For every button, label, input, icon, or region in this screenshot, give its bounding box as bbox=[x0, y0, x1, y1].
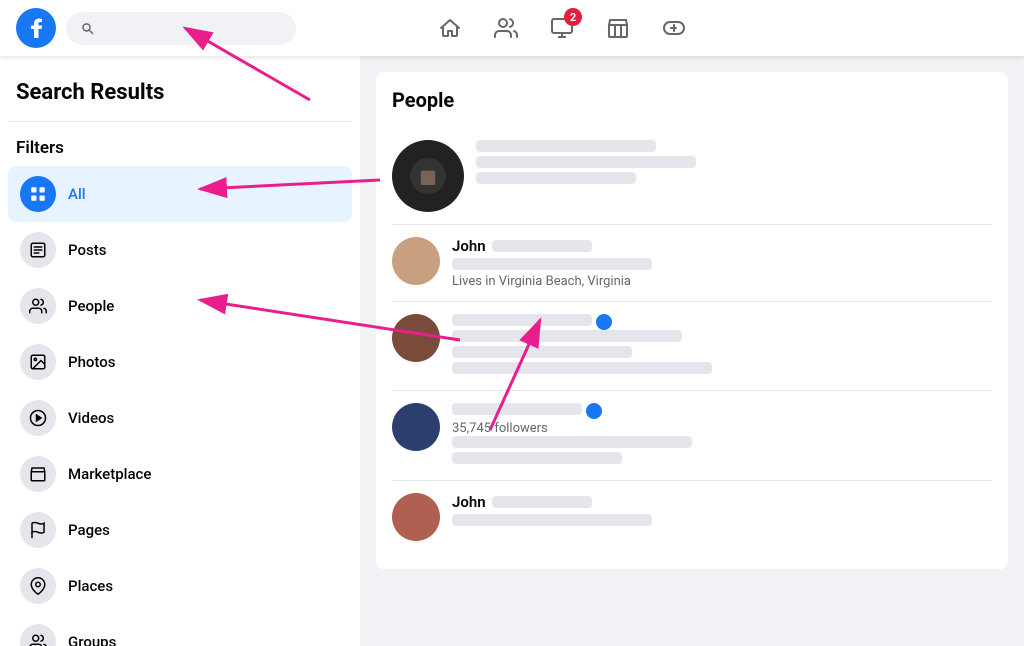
person-card-2[interactable]: John Lives in Virginia Beach, Virginia bbox=[392, 225, 992, 302]
filter-groups-icon bbox=[20, 624, 56, 646]
person-name-blurred-3 bbox=[452, 314, 592, 326]
filter-places-icon bbox=[20, 568, 56, 604]
person-info-2: John Lives in Virginia Beach, Virginia bbox=[452, 237, 992, 289]
filter-posts[interactable]: Posts bbox=[8, 222, 352, 278]
filter-all[interactable]: All bbox=[8, 166, 352, 222]
person-info-1 bbox=[476, 140, 992, 188]
person-detail-blurred-3a bbox=[452, 330, 682, 342]
avatar-4 bbox=[392, 403, 440, 451]
content-area: People bbox=[360, 56, 1024, 646]
nav-gaming-button[interactable] bbox=[650, 4, 698, 52]
sidebar-title: Search Results bbox=[8, 72, 352, 117]
filter-videos-label: Videos bbox=[68, 409, 114, 427]
nav-left: john bbox=[16, 8, 316, 48]
filter-pages[interactable]: Pages bbox=[8, 502, 352, 558]
filter-photos[interactable]: Photos bbox=[8, 334, 352, 390]
filter-videos-icon bbox=[20, 400, 56, 436]
person-name-blurred-2 bbox=[492, 240, 592, 252]
person-card-4[interactable]: 35,745 followers bbox=[392, 391, 992, 481]
sidebar-divider bbox=[8, 121, 352, 122]
person-detail-2: Lives in Virginia Beach, Virginia bbox=[452, 274, 992, 289]
person-card-5[interactable]: John bbox=[392, 481, 992, 553]
filter-places-label: Places bbox=[68, 577, 113, 595]
filter-photos-icon bbox=[20, 344, 56, 380]
verified-badge-3 bbox=[596, 314, 612, 330]
person-name-2: John bbox=[452, 237, 486, 255]
avatar-1 bbox=[392, 140, 464, 212]
person-name-blurred-5 bbox=[492, 496, 592, 508]
person-info-3 bbox=[452, 314, 992, 378]
person-detail-blurred-4b bbox=[452, 452, 622, 464]
person-detail-blurred-3c bbox=[452, 362, 712, 374]
filter-posts-label: Posts bbox=[68, 241, 106, 259]
home-icon bbox=[438, 16, 462, 40]
filters-label: Filters bbox=[8, 134, 352, 166]
filter-groups-label: Groups bbox=[68, 633, 116, 646]
person-followers-4: 35,745 followers bbox=[452, 421, 992, 436]
filter-all-label: All bbox=[68, 185, 86, 203]
person-detail-blurred-3b bbox=[452, 346, 632, 358]
person-card-3[interactable] bbox=[392, 302, 992, 391]
nav-center: 2 bbox=[316, 4, 808, 52]
facebook-logo[interactable] bbox=[16, 8, 56, 48]
main-layout: Search Results Filters All bbox=[0, 56, 1024, 646]
search-bar[interactable]: john bbox=[66, 12, 296, 45]
search-input[interactable]: john bbox=[102, 20, 282, 37]
person-info-5: John bbox=[452, 493, 992, 530]
filter-videos[interactable]: Videos bbox=[8, 390, 352, 446]
filter-groups[interactable]: Groups bbox=[8, 614, 352, 646]
gaming-icon bbox=[662, 16, 686, 40]
person-detail-blurred-2a bbox=[452, 258, 652, 270]
filter-all-icon bbox=[20, 176, 56, 212]
avatar-2 bbox=[392, 237, 440, 285]
sidebar: Search Results Filters All bbox=[0, 56, 360, 646]
nav-friends-button[interactable] bbox=[482, 4, 530, 52]
filter-people-label: People bbox=[68, 297, 114, 315]
avatar-3 bbox=[392, 314, 440, 362]
nav-watch-button[interactable]: 2 bbox=[538, 4, 586, 52]
person-detail-blurred-1b bbox=[476, 172, 636, 184]
filter-photos-label: Photos bbox=[68, 353, 115, 371]
filter-marketplace[interactable]: Marketplace bbox=[8, 446, 352, 502]
marketplace-icon bbox=[606, 16, 630, 40]
search-icon bbox=[80, 20, 94, 36]
verified-badge-4 bbox=[586, 403, 602, 419]
person-detail-blurred-5a bbox=[452, 514, 652, 526]
person-detail-blurred-1a bbox=[476, 156, 696, 168]
filter-places[interactable]: Places bbox=[8, 558, 352, 614]
person-detail-blurred-4a bbox=[452, 436, 692, 448]
nav-home-button[interactable] bbox=[426, 4, 474, 52]
person-name-blurred-1 bbox=[476, 140, 656, 152]
nav-marketplace-button[interactable] bbox=[594, 4, 642, 52]
person-name-5: John bbox=[452, 493, 486, 511]
filter-people-icon bbox=[20, 288, 56, 324]
friends-icon bbox=[494, 16, 518, 40]
watch-badge: 2 bbox=[564, 8, 582, 26]
person-card-1[interactable] bbox=[392, 128, 992, 225]
person-name-blurred-4 bbox=[452, 403, 582, 415]
avatar-5 bbox=[392, 493, 440, 541]
filter-marketplace-label: Marketplace bbox=[68, 465, 151, 483]
top-navigation: john 2 bbox=[0, 0, 1024, 56]
filter-pages-label: Pages bbox=[68, 521, 110, 539]
results-section: People bbox=[376, 72, 1008, 569]
filter-pages-icon bbox=[20, 512, 56, 548]
filter-marketplace-icon bbox=[20, 456, 56, 492]
person-info-4: 35,745 followers bbox=[452, 403, 992, 468]
filter-posts-icon bbox=[20, 232, 56, 268]
section-title: People bbox=[392, 88, 992, 112]
filter-people[interactable]: People bbox=[8, 278, 352, 334]
